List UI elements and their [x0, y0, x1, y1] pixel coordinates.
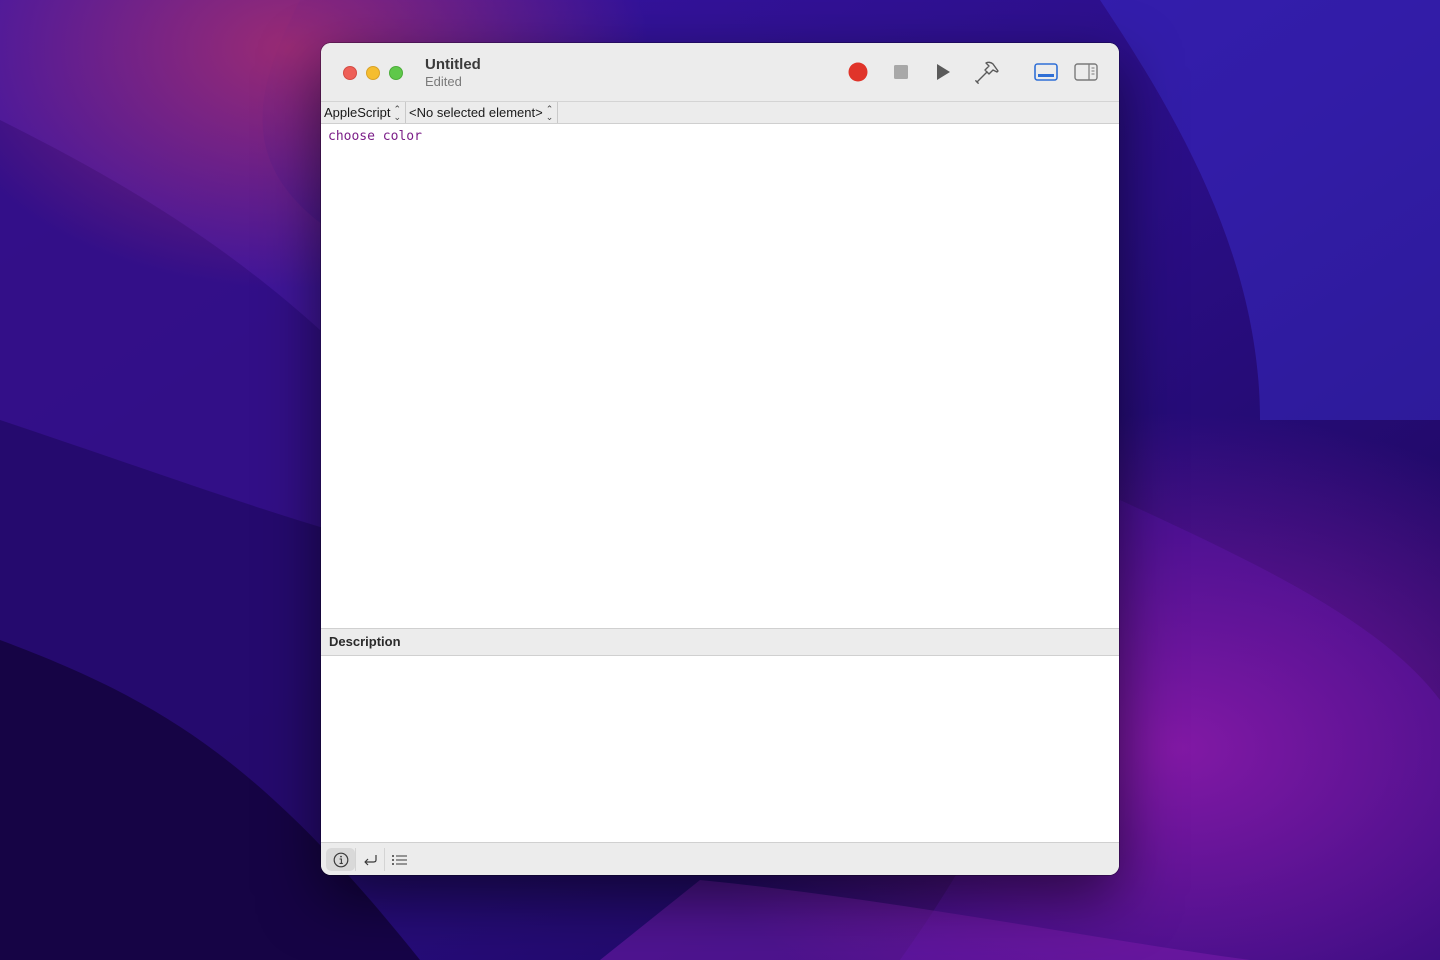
- description-pane-button[interactable]: [326, 848, 355, 871]
- run-icon: [937, 64, 950, 80]
- title-bar[interactable]: Untitled Edited: [321, 43, 1119, 102]
- description-header: Description: [321, 628, 1119, 656]
- record-button[interactable]: [842, 57, 874, 87]
- zoom-button[interactable]: [389, 66, 403, 80]
- code-line: choose color: [328, 129, 422, 144]
- result-pane-button[interactable]: [355, 848, 384, 871]
- list-icon: [391, 854, 407, 865]
- stop-icon: [894, 65, 908, 79]
- show-log-button[interactable]: [1030, 57, 1062, 87]
- show-inspector-icon: [1074, 63, 1098, 81]
- bottom-bar: [321, 842, 1119, 875]
- pane-selector: [326, 848, 413, 871]
- run-button[interactable]: [927, 57, 959, 87]
- popup-arrows-icon: ⌃ ⌄: [545, 103, 554, 122]
- show-inspector-button[interactable]: [1070, 57, 1102, 87]
- element-popup-label: <No selected element>: [409, 105, 543, 120]
- close-button[interactable]: [343, 66, 357, 80]
- title-block: Untitled Edited: [425, 56, 481, 90]
- description-body[interactable]: [321, 656, 1119, 842]
- document-status: Edited: [425, 74, 462, 89]
- script-editor-area[interactable]: choose color: [321, 124, 1119, 628]
- show-log-icon: [1034, 63, 1058, 81]
- record-icon: [848, 62, 868, 82]
- reply-arrow-icon: [364, 854, 377, 865]
- script-editor-window: Untitled Edited AppleScript ⌃ ⌄ <No sele…: [321, 43, 1119, 875]
- navigation-bar: AppleScript ⌃ ⌄ <No selected element> ⌃ ⌄: [321, 102, 1119, 124]
- language-popup-label: AppleScript: [324, 105, 391, 120]
- element-popup[interactable]: <No selected element> ⌃ ⌄: [406, 102, 559, 123]
- popup-arrows-icon: ⌃ ⌄: [393, 103, 402, 122]
- document-title: Untitled: [425, 56, 481, 73]
- stop-button[interactable]: [885, 57, 917, 87]
- language-popup[interactable]: AppleScript ⌃ ⌄: [321, 102, 407, 123]
- compile-hammer-icon: [975, 61, 999, 84]
- minimize-button[interactable]: [366, 66, 380, 80]
- event-log-pane-button[interactable]: [384, 848, 413, 871]
- info-icon: [333, 852, 348, 867]
- compile-button[interactable]: [971, 57, 1003, 87]
